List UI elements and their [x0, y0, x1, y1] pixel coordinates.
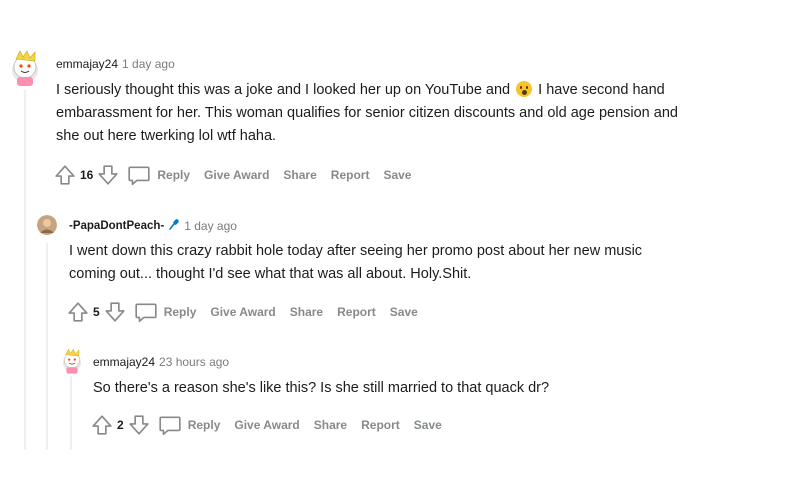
save-label: Save [389, 305, 418, 319]
downvote-icon[interactable] [128, 414, 150, 436]
reply-label: Reply [163, 305, 197, 319]
give-award-label: Give Award [210, 305, 276, 319]
comment-text: I seriously thought this was a joke and … [56, 82, 515, 98]
downvote-icon[interactable] [97, 164, 119, 186]
comment-meta: -PapaDontPeach- 1 day ago [69, 218, 237, 233]
report-button[interactable]: Report [331, 168, 370, 182]
timestamp[interactable]: 1 day ago [184, 219, 237, 233]
vote-score: 5 [93, 305, 100, 319]
downvote-icon[interactable] [104, 301, 126, 323]
vote-controls: 2 [91, 414, 150, 436]
comment-meta: emmajay24 1 day ago [56, 57, 175, 71]
comment-text: I went down this crazy rabbit hole today… [69, 243, 643, 259]
reply-button[interactable]: Reply [134, 301, 197, 323]
comment-meta: emmajay24 23 hours ago [93, 355, 229, 369]
username[interactable]: emmajay24 [56, 57, 118, 71]
comment-text: So there's a reason she's like this? Is … [93, 380, 550, 396]
upvote-icon[interactable] [54, 164, 76, 186]
give-award-button[interactable]: Give Award [204, 168, 269, 182]
vote-controls: 16 [54, 164, 119, 186]
vote-score: 16 [80, 168, 94, 182]
share-button[interactable]: Share [314, 418, 347, 432]
share-label: Share [283, 168, 317, 182]
thread-line-2[interactable] [46, 243, 48, 450]
give-award-label: Give Award [204, 168, 270, 182]
avatar[interactable] [37, 215, 57, 235]
reply-label: Reply [187, 418, 221, 432]
give-award-button[interactable]: Give Award [234, 418, 299, 432]
username[interactable]: -PapaDontPeach- [69, 220, 164, 232]
give-award-button[interactable]: Give Award [210, 305, 275, 319]
astonished-face-emoji [516, 81, 533, 97]
avatar[interactable] [8, 48, 42, 88]
timestamp[interactable]: 1 day ago [122, 57, 175, 71]
comment-body: I seriously thought this was a joke and … [56, 79, 796, 148]
comment-bubble-icon [159, 416, 181, 436]
username[interactable]: emmajay24 [93, 355, 155, 369]
share-button[interactable]: Share [290, 305, 323, 319]
upvote-icon[interactable] [91, 414, 113, 436]
report-label: Report [361, 418, 400, 432]
comment-text: coming out... thought I'd see what that … [69, 266, 472, 282]
comment-body: So there's a reason she's like this? Is … [93, 377, 793, 400]
comment-body: I went down this crazy rabbit hole today… [69, 240, 789, 286]
report-label: Report [330, 168, 370, 182]
vote-score: 2 [117, 418, 124, 432]
microphone-icon [168, 218, 180, 233]
thread-line-1[interactable] [24, 90, 26, 450]
share-label: Share [289, 305, 324, 319]
report-label: Report [337, 305, 376, 319]
save-button[interactable]: Save [390, 305, 418, 319]
comment-text: she out here twerking lol wtf haha. [56, 128, 277, 144]
give-award-label: Give Award [234, 418, 300, 432]
timestamp[interactable]: 23 hours ago [159, 355, 229, 369]
save-label: Save [383, 168, 412, 182]
reply-button[interactable]: Reply [158, 414, 221, 436]
report-button[interactable]: Report [337, 305, 376, 319]
vote-controls: 5 [67, 301, 126, 323]
comment-bubble-icon [128, 166, 150, 186]
thread-line-3[interactable] [70, 376, 72, 450]
avatar[interactable] [60, 347, 84, 375]
comment-actions: 5 Reply Give Award Share Report Save [67, 300, 418, 324]
share-label: Share [313, 418, 348, 432]
comment-actions: 2 Reply Give Award Share Report Save [91, 413, 442, 437]
reply-label: Reply [157, 168, 191, 182]
share-button[interactable]: Share [283, 168, 316, 182]
save-label: Save [413, 418, 442, 432]
save-button[interactable]: Save [383, 168, 411, 182]
upvote-icon[interactable] [67, 301, 89, 323]
comment-text: I have second hand [538, 82, 665, 98]
comment-bubble-icon [135, 303, 157, 323]
comment-text: embarassment for her. This woman qualifi… [56, 105, 678, 121]
comment-actions: 16 Reply Give Award Share Report Save [54, 163, 411, 187]
reply-button[interactable]: Reply [127, 164, 190, 186]
report-button[interactable]: Report [361, 418, 400, 432]
save-button[interactable]: Save [414, 418, 442, 432]
